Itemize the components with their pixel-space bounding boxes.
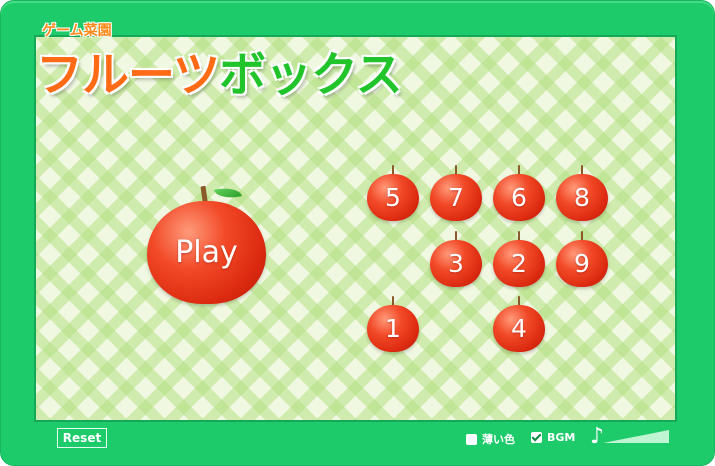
apple-number: 5 <box>385 182 401 212</box>
apple-number: 9 <box>574 248 590 278</box>
reset-button[interactable]: Reset <box>57 428 107 448</box>
pale-color-checkbox[interactable] <box>466 433 477 445</box>
game-title: フルーツボックス <box>36 36 403 105</box>
apple-tile[interactable]: 7 <box>430 165 482 221</box>
apple-number: 8 <box>574 182 590 212</box>
play-button[interactable]: Play <box>147 184 266 304</box>
apple-tile[interactable]: 8 <box>556 165 608 221</box>
apple-tile[interactable]: 6 <box>493 165 545 221</box>
apple-tile[interactable]: 4 <box>493 296 545 352</box>
title-part-fruits: フルーツ <box>36 48 220 103</box>
apple-leaf <box>213 184 242 202</box>
bgm-option[interactable]: BGM <box>531 431 575 444</box>
apple-number: 6 <box>511 182 527 212</box>
title-part-box: ボックス <box>219 48 403 103</box>
apple-tile[interactable]: 9 <box>556 231 608 287</box>
apple-number: 2 <box>511 248 527 278</box>
pale-color-option[interactable]: 薄い色 <box>466 431 515 447</box>
apple-tile[interactable]: 3 <box>430 231 482 287</box>
apple-number: 7 <box>448 182 464 212</box>
apple-number: 1 <box>385 313 401 343</box>
pale-color-label: 薄い色 <box>482 433 515 446</box>
bgm-checkbox[interactable] <box>531 432 542 443</box>
play-label: Play <box>175 235 238 271</box>
apple-tile[interactable]: 5 <box>367 165 419 221</box>
apple-number: 3 <box>448 248 464 278</box>
bgm-label: BGM <box>547 431 576 444</box>
apple-tile[interactable]: 2 <box>493 231 545 287</box>
apple-tile[interactable]: 1 <box>367 296 419 352</box>
music-note-icon: ♪ <box>590 424 605 449</box>
apple-number: 4 <box>511 313 527 343</box>
